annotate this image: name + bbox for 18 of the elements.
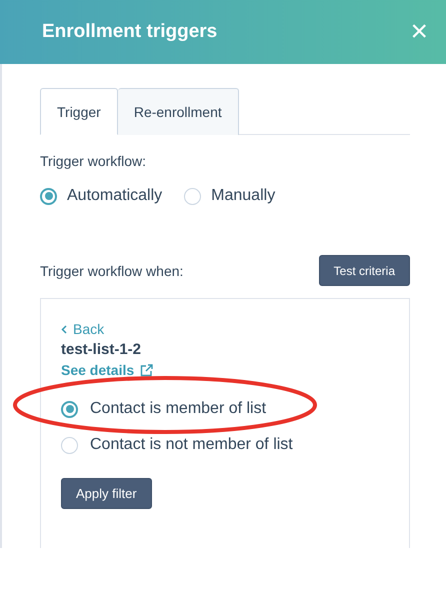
radio-label: Manually — [211, 187, 276, 205]
radio-label: Contact is not member of list — [90, 436, 293, 454]
panel-title: Enrollment triggers — [42, 21, 218, 43]
radio-button[interactable] — [61, 400, 78, 418]
apply-filter-button[interactable]: Apply filter — [61, 478, 152, 509]
field-label: Trigger workflow: — [40, 153, 146, 169]
chevron-left-icon — [61, 324, 67, 334]
radio-button[interactable] — [184, 188, 202, 204]
external-link-icon — [140, 364, 154, 376]
radio-label: Automatically — [67, 187, 162, 205]
test-criteria-button[interactable]: Test criteria — [318, 255, 410, 286]
tab[interactable]: Trigger — [40, 88, 118, 135]
radio-button[interactable] — [61, 436, 78, 454]
radio-button[interactable] — [40, 188, 57, 204]
field-label: Trigger workflow when: — [40, 262, 184, 278]
list-name: test-list-1-2 — [61, 341, 142, 358]
tab[interactable]: Re-enrollment — [118, 88, 239, 135]
radio-label: Contact is member of list — [90, 400, 266, 418]
